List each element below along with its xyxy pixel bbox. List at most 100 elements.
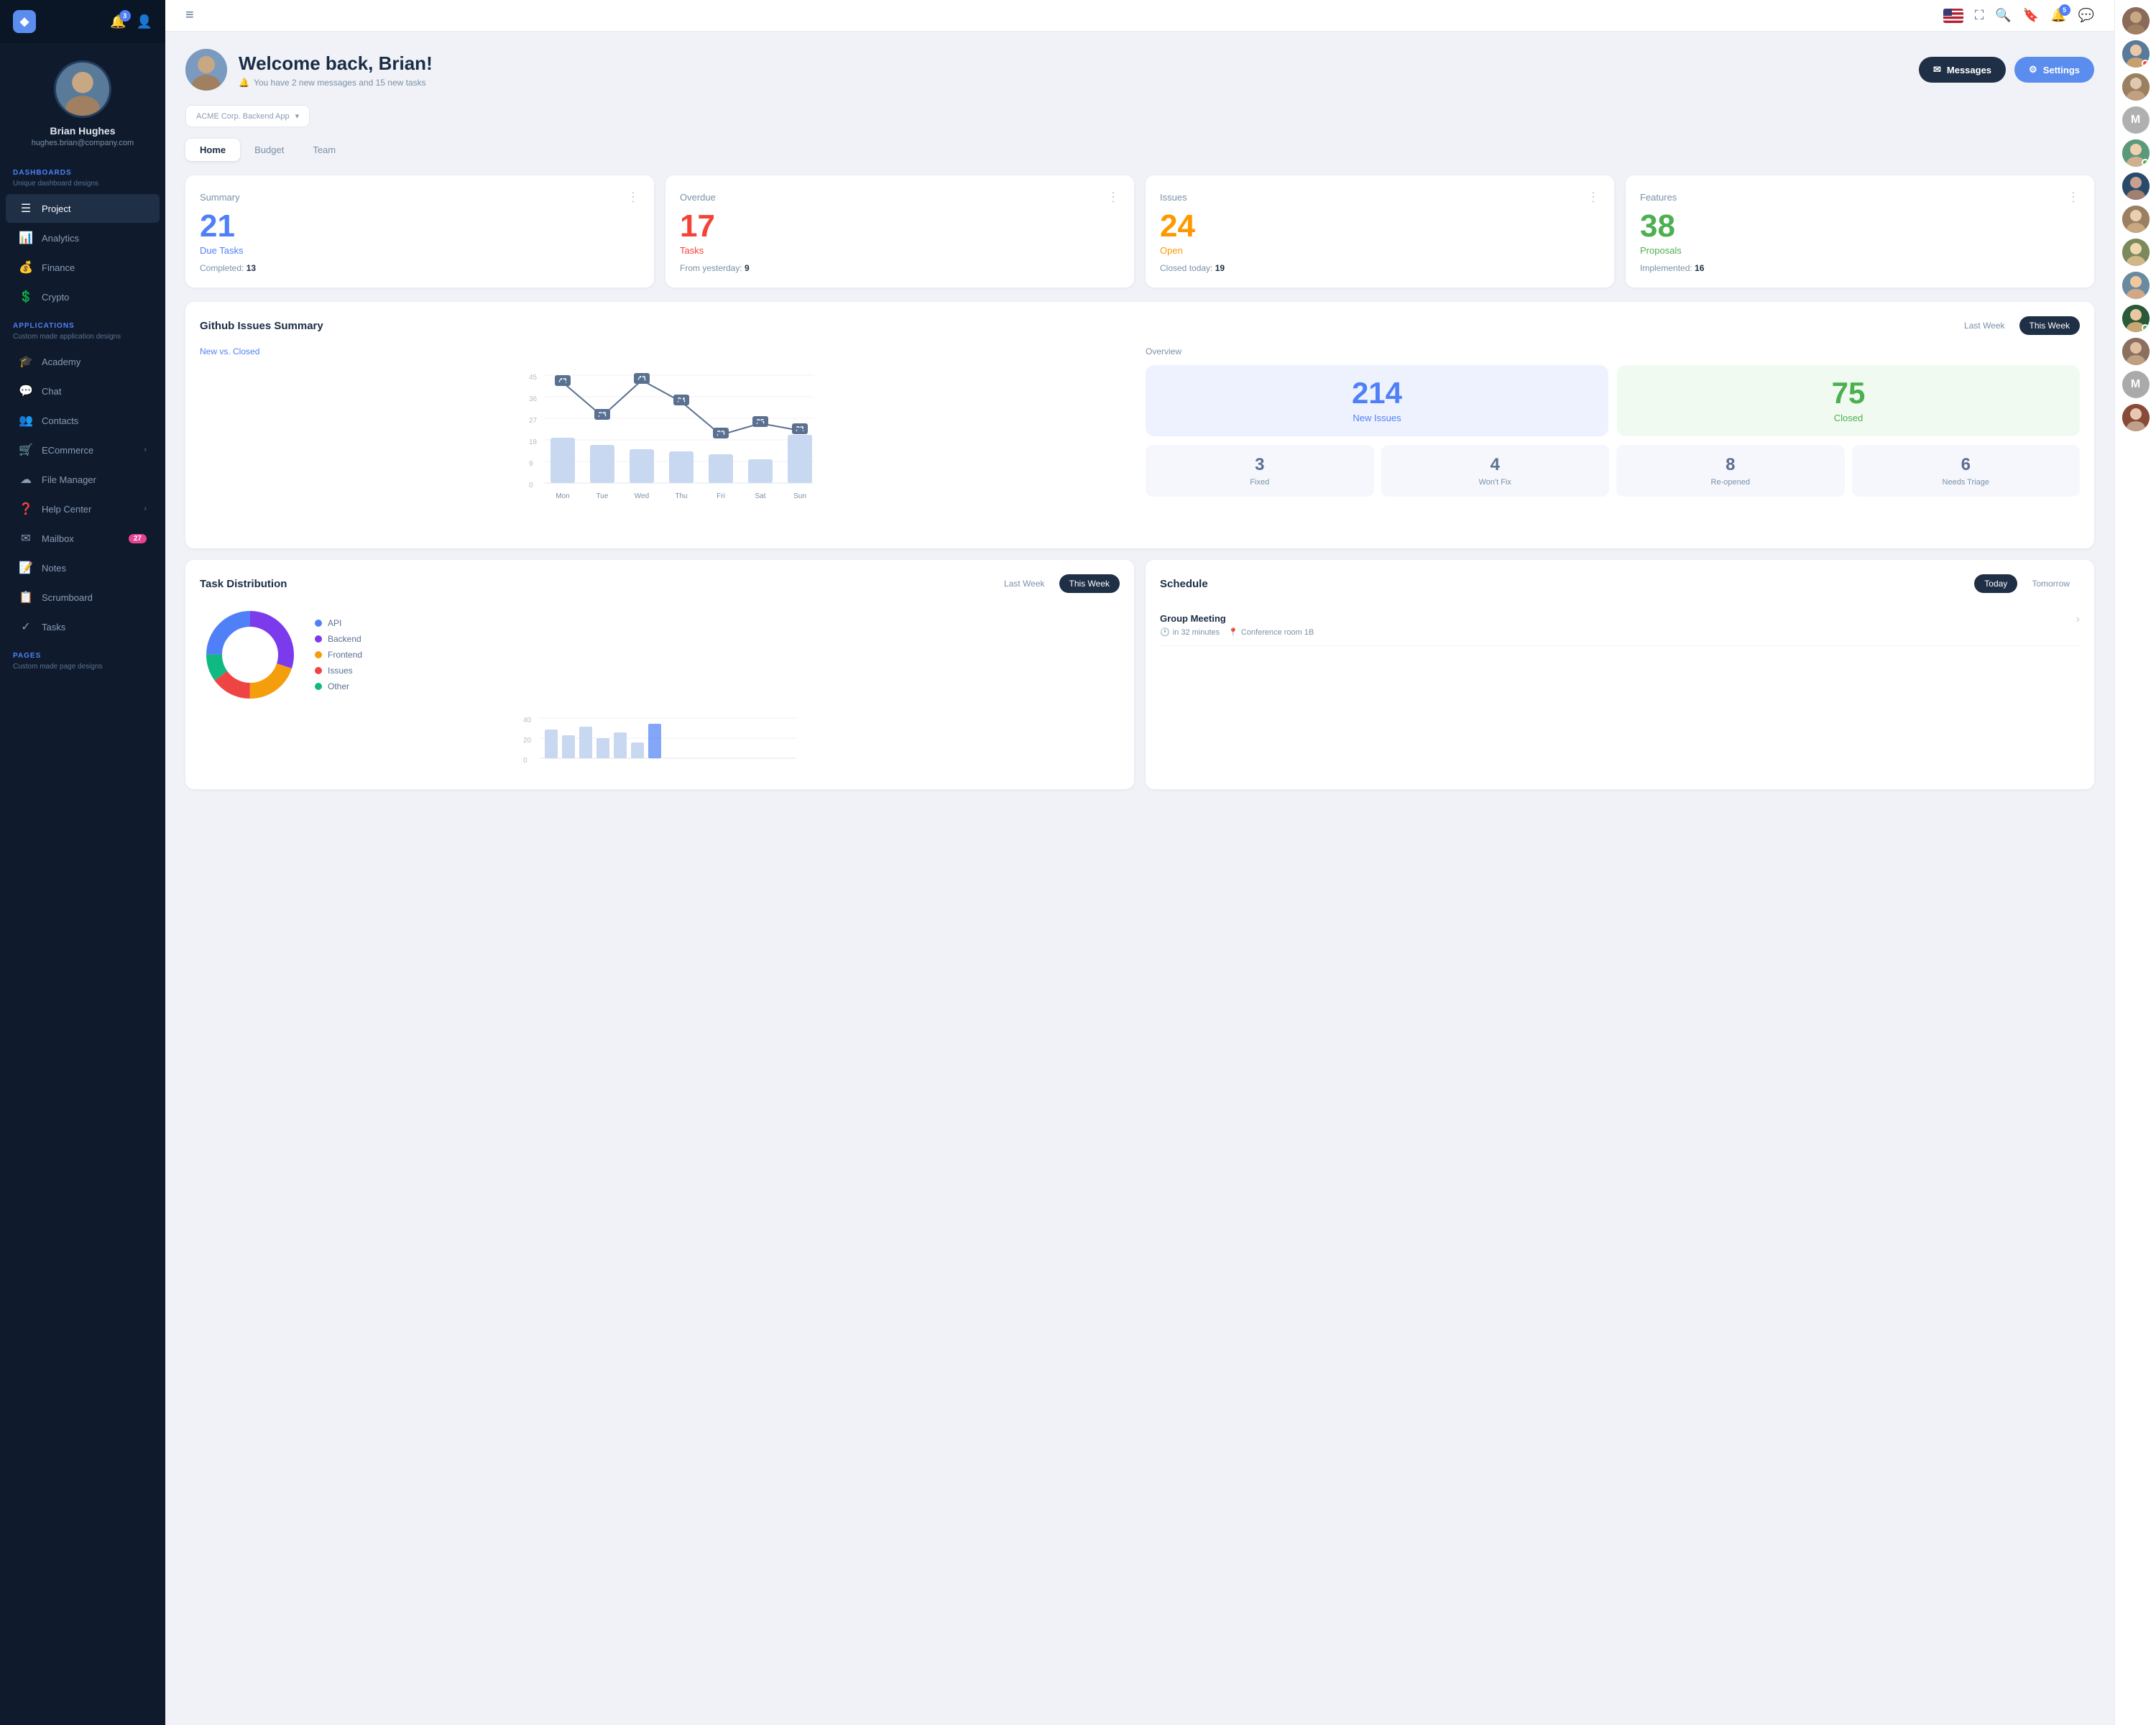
chevron-down-icon: ▾ (295, 111, 300, 121)
rs-avatar-3[interactable] (2122, 73, 2150, 101)
sidebar-header-icons: 🔔 3 👤 (110, 14, 152, 29)
notifications-icon[interactable]: 🔔 5 (2050, 8, 2066, 23)
stat-menu-icon[interactable]: ⋮ (1587, 190, 1600, 205)
sidebar-item-contacts[interactable]: 👥 Contacts (6, 406, 160, 435)
nav-section-dashboards-sublabel: Unique dashboard designs (0, 180, 165, 193)
bell-icon: 🔔 (239, 78, 249, 88)
sidebar-item-tasks[interactable]: ✓ Tasks (6, 612, 160, 641)
finance-icon: 💰 (19, 260, 33, 275)
rs-avatar-1[interactable] (2122, 7, 2150, 34)
rs-avatar-2[interactable] (2122, 40, 2150, 68)
task-distribution-header: Task Distribution Last Week This Week (200, 574, 1120, 593)
rs-avatar-7[interactable] (2122, 239, 2150, 266)
flag-icon[interactable] (1943, 9, 1963, 23)
rs-avatar-5[interactable] (2122, 172, 2150, 200)
stat-menu-icon[interactable]: ⋮ (1107, 190, 1120, 205)
messages-button[interactable]: ✉ Messages (1919, 57, 2006, 83)
filemanager-icon: ☁ (19, 472, 33, 487)
rs-avatar-11[interactable] (2122, 404, 2150, 431)
schedule-today-button[interactable]: Today (1974, 574, 2017, 593)
stat-card-features: Features ⋮ 38 Proposals Implemented: 16 (1626, 175, 2094, 288)
new-issues-card: 214 New Issues (1146, 365, 1608, 436)
chart-header: Github Issues Summary Last Week This Wee… (200, 316, 2080, 335)
chevron-right-icon[interactable]: › (2076, 613, 2080, 626)
sidebar-item-finance[interactable]: 💰 Finance (6, 253, 160, 282)
stats-grid: Summary ⋮ 21 Due Tasks Completed: 13 Ove… (185, 175, 2094, 288)
crypto-icon: 💲 (19, 290, 33, 304)
stat-label: Tasks (680, 245, 1120, 256)
task-last-week-button[interactable]: Last Week (994, 574, 1054, 593)
sidebar-item-helpcenter[interactable]: ❓ Help Center › (6, 494, 160, 523)
settings-button[interactable]: ⚙ Settings (2014, 57, 2094, 83)
this-week-button[interactable]: This Week (2019, 316, 2080, 335)
sidebar-item-project[interactable]: ☰ Project (6, 194, 160, 223)
stat-label: Proposals (1640, 245, 2080, 256)
user-name: Brian Hughes (50, 125, 115, 137)
rs-avatar-m2[interactable]: M (2122, 371, 2150, 398)
rs-avatar-6[interactable] (2122, 206, 2150, 233)
search-icon[interactable]: 🔍 (1995, 8, 2011, 23)
hamburger-menu-icon[interactable]: ≡ (185, 7, 194, 24)
legend-label-api: API (328, 618, 341, 628)
tab-team[interactable]: Team (298, 139, 350, 161)
chevron-right-icon: › (144, 446, 147, 454)
stat-label: Due Tasks (200, 245, 640, 256)
app-logo[interactable]: ◆ (13, 10, 36, 33)
notes-icon: 📝 (19, 561, 33, 575)
fullscreen-icon[interactable]: ⛶ (1975, 8, 1984, 23)
messages-icon[interactable]: 💬 (2078, 8, 2094, 23)
legend-dot-other (315, 683, 322, 690)
rs-avatar-8[interactable] (2122, 272, 2150, 299)
bookmark-icon[interactable]: 🔖 (2023, 8, 2039, 23)
stat-menu-icon[interactable]: ⋮ (2067, 190, 2080, 205)
project-selector[interactable]: ACME Corp. Backend App ▾ (185, 105, 310, 127)
sidebar-item-notes[interactable]: 📝 Notes (6, 553, 160, 582)
last-week-button[interactable]: Last Week (1954, 316, 2014, 335)
rs-avatar-10[interactable] (2122, 338, 2150, 365)
dot-sun (797, 428, 803, 433)
stat-menu-icon[interactable]: ⋮ (627, 190, 640, 205)
tasks-icon: ✓ (19, 620, 33, 634)
schedule-item-title: Group Meeting (1160, 613, 1314, 624)
stat-card-summary: Summary ⋮ 21 Due Tasks Completed: 13 (185, 175, 654, 288)
sidebar-item-analytics[interactable]: 📊 Analytics (6, 224, 160, 252)
stat-title: Summary (200, 192, 240, 203)
sidebar-item-mailbox[interactable]: ✉ Mailbox 27 (6, 524, 160, 553)
nav-section-apps-sublabel: Custom made application designs (0, 333, 165, 346)
svg-text:9: 9 (529, 460, 533, 468)
reopened-number: 8 (1626, 455, 1835, 475)
stat-number: 38 (1640, 211, 2080, 242)
legend-api: API (315, 618, 362, 628)
small-stats-grid: 3 Fixed 4 Won't Fix 8 Re-opened 6 (1146, 445, 2080, 497)
fixed-label: Fixed (1156, 478, 1364, 487)
welcome-avatar (185, 49, 227, 91)
sidebar-item-ecommerce[interactable]: 🛒 ECommerce › (6, 436, 160, 464)
rs-avatar-9[interactable] (2122, 305, 2150, 332)
task-distribution-card: Task Distribution Last Week This Week (185, 560, 1134, 789)
stat-card-issues: Issues ⋮ 24 Open Closed today: 19 (1146, 175, 1614, 288)
sidebar-item-chat[interactable]: 💬 Chat (6, 377, 160, 405)
task-this-week-button[interactable]: This Week (1059, 574, 1120, 593)
svg-text:0: 0 (529, 482, 533, 489)
sidebar-item-crypto[interactable]: 💲 Crypto (6, 282, 160, 311)
stat-footer: Closed today: 19 (1160, 263, 1600, 273)
bar-tue (590, 445, 614, 483)
stat-footer: Implemented: 16 (1640, 263, 2080, 273)
sidebar-item-filemanager[interactable]: ☁ File Manager (6, 465, 160, 494)
schedule-header: Schedule Today Tomorrow (1160, 574, 2080, 593)
donut-chart-area: API Backend Frontend Issues (200, 604, 1120, 705)
tab-home[interactable]: Home (185, 139, 240, 161)
svg-text:Tue: Tue (596, 492, 609, 500)
sidebar-item-scrumboard[interactable]: 📋 Scrumboard (6, 583, 160, 612)
notifications-bell-icon[interactable]: 🔔 3 (110, 14, 126, 29)
schedule-item: Group Meeting 🕐 in 32 minutes 📍 Conferen… (1160, 604, 2080, 646)
rs-avatar-m1[interactable]: M (2122, 106, 2150, 134)
schedule-tomorrow-button[interactable]: Tomorrow (2022, 574, 2080, 593)
welcome-buttons: ✉ Messages ⚙ Settings (1919, 57, 2094, 83)
avatar[interactable] (54, 60, 111, 118)
user-profile-icon[interactable]: 👤 (137, 14, 152, 29)
welcome-text: Welcome back, Brian! 🔔 You have 2 new me… (239, 52, 433, 88)
sidebar-item-academy[interactable]: 🎓 Academy (6, 347, 160, 376)
rs-avatar-4[interactable] (2122, 139, 2150, 167)
tab-budget[interactable]: Budget (240, 139, 298, 161)
